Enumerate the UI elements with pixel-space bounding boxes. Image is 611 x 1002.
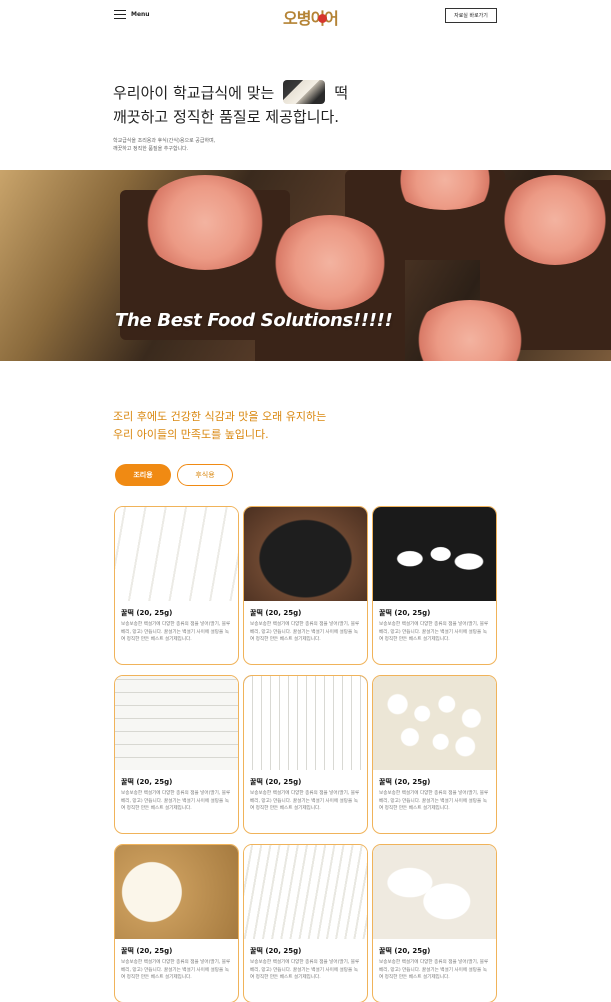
product-card[interactable]: 꿀떡 (20, 25g) 보송보송한 백설기에 다양한 종류의 잼을 넣어(딸기…: [114, 675, 239, 834]
product-description: 보송보송한 백설기에 다양한 종류의 잼을 넣어(딸기, 블루베리, 망고) 만…: [121, 960, 231, 981]
product-card[interactable]: 꿀떡 (20, 25g) 보송보송한 백설기에 다양한 종류의 잼을 넣어(딸기…: [243, 675, 368, 834]
product-name: 꿀떡 (20, 25g): [121, 609, 173, 617]
product-name: 꿀떡 (20, 25g): [250, 609, 302, 617]
product-description: 보송보송한 백설기에 다양한 종류의 잼을 넣어(딸기, 블루베리, 망고) 만…: [250, 622, 360, 643]
product-card[interactable]: 꿀떡 (20, 25g) 보송보송한 백설기에 다양한 종류의 잼을 넣어(딸기…: [114, 506, 239, 665]
product-photo: [373, 676, 496, 770]
product-description: 보송보송한 백설기에 다양한 종류의 잼을 넣어(딸기, 블루베리, 망고) 만…: [379, 960, 489, 981]
logo-seal-icon: [318, 14, 327, 23]
product-card[interactable]: 꿀떡 (20, 25g) 보송보송한 백설기에 다양한 종류의 잼을 넣어(딸기…: [372, 675, 497, 834]
hero-flower-decoration: [500, 175, 610, 265]
product-description: 보송보송한 백설기에 다양한 종류의 잼을 넣어(딸기, 블루베리, 망고) 만…: [250, 960, 360, 981]
product-description: 보송보송한 백설기에 다양한 종류의 잼을 넣어(딸기, 블루베리, 망고) 만…: [379, 622, 489, 643]
hamburger-icon: [114, 10, 126, 19]
intro-subtext-line1: 학교급식을 조리용과 후식(간식)용으로 공급하며,: [113, 138, 216, 144]
hero-flower-decoration: [140, 175, 270, 270]
section-heading-line1: 조리 후에도 건강한 식감과 맛을 오래 유지하는: [113, 410, 327, 423]
tab-cooking[interactable]: 조리용: [115, 464, 171, 486]
intro-headline-part-a: 우리아이 학교급식에 맞는: [113, 83, 275, 102]
product-photo: [373, 507, 496, 601]
product-photo: [115, 676, 238, 770]
menu-label: Menu: [131, 11, 150, 18]
product-card[interactable]: 꿀떡 (20, 25g) 보송보송한 백설기에 다양한 종류의 잼을 넣어(딸기…: [243, 844, 368, 1002]
intro-headline-line2: 깨끗하고 정직한 품질로 제공합니다.: [113, 108, 340, 126]
hero-title: The Best Food Solutions!!!!!: [115, 310, 393, 331]
product-card[interactable]: 꿀떡 (20, 25g) 보송보송한 백설기에 다양한 종류의 잼을 넣어(딸기…: [243, 506, 368, 665]
hero-flower-decoration: [270, 215, 390, 310]
product-card[interactable]: 꿀떡 (20, 25g) 보송보송한 백설기에 다양한 종류의 잼을 넣어(딸기…: [372, 506, 497, 665]
product-description: 보송보송한 백설기에 다양한 종류의 잼을 넣어(딸기, 블루베리, 망고) 만…: [379, 791, 489, 812]
product-name: 꿀떡 (20, 25g): [379, 609, 431, 617]
product-name: 꿀떡 (20, 25g): [121, 778, 173, 786]
rice-cake-tray-image: [283, 80, 326, 104]
product-name: 꿀떡 (20, 25g): [379, 778, 431, 786]
product-description: 보송보송한 백설기에 다양한 종류의 잼을 넣어(딸기, 블루베리, 망고) 만…: [121, 791, 231, 812]
product-name: 꿀떡 (20, 25g): [250, 947, 302, 955]
site-header: Menu 오병이어 자료실 바로가기: [0, 0, 611, 34]
intro-headline-line1: 우리아이 학교급식에 맞는 떡: [113, 80, 348, 104]
product-photo: [244, 507, 367, 601]
product-name: 꿀떡 (20, 25g): [250, 778, 302, 786]
product-photo: [244, 845, 367, 939]
intro-headline-part-b: 떡: [334, 83, 349, 102]
product-photo: [115, 845, 238, 939]
hero-banner: The Best Food Solutions!!!!!: [0, 170, 611, 361]
product-description: 보송보송한 백설기에 다양한 종류의 잼을 넣어(딸기, 블루베리, 망고) 만…: [250, 791, 360, 812]
product-card[interactable]: 꿀떡 (20, 25g) 보송보송한 백설기에 다양한 종류의 잼을 넣어(딸기…: [114, 844, 239, 1002]
intro-subtext: 학교급식을 조리용과 후식(간식)용으로 공급하며, 깨끗하고 정직한 품질을 …: [113, 137, 215, 153]
intro-subtext-line2: 깨끗하고 정직한 품질을 추구합니다.: [113, 146, 189, 152]
product-photo: [115, 507, 238, 601]
brand-logo[interactable]: 오병이어: [283, 5, 339, 29]
section-heading-line2: 우리 아이들의 만족도를 높입니다.: [113, 428, 269, 441]
product-description: 보송보송한 백설기에 다양한 종류의 잼을 넣어(딸기, 블루베리, 망고) 만…: [121, 622, 231, 643]
download-center-button[interactable]: 자료실 바로가기: [445, 8, 497, 23]
product-photo: [244, 676, 367, 770]
product-name: 꿀떡 (20, 25g): [379, 947, 431, 955]
menu-button[interactable]: Menu: [114, 10, 150, 19]
product-card[interactable]: 꿀떡 (20, 25g) 보송보송한 백설기에 다양한 종류의 잼을 넣어(딸기…: [372, 844, 497, 1002]
section-heading: 조리 후에도 건강한 식감과 맛을 오래 유지하는 우리 아이들의 만족도를 높…: [113, 408, 326, 444]
product-name: 꿀떡 (20, 25g): [121, 947, 173, 955]
product-photo: [373, 845, 496, 939]
tab-dessert[interactable]: 후식용: [177, 464, 233, 486]
